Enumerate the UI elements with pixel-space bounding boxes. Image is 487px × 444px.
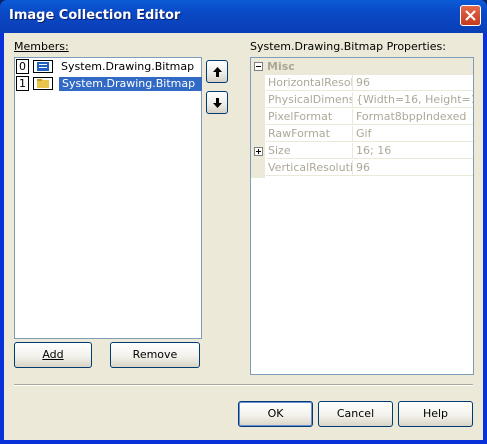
- property-row[interactable]: VerticalResolution 96: [251, 160, 473, 177]
- property-value: 16; 16: [353, 143, 473, 159]
- item-index: 0: [16, 59, 29, 74]
- property-value: Gif: [353, 126, 473, 142]
- window-frame-right: [483, 33, 487, 444]
- move-up-button[interactable]: [206, 60, 228, 83]
- category-label: Misc: [267, 60, 295, 73]
- members-label-text: Members:: [14, 40, 69, 53]
- property-name: RawFormat: [266, 126, 353, 142]
- ok-button[interactable]: OK: [238, 401, 313, 427]
- property-name: PixelFormat: [266, 109, 353, 125]
- close-button[interactable]: [460, 5, 481, 26]
- properties-label: System.Drawing.Bitmap Properties:: [250, 40, 446, 53]
- cancel-button[interactable]: Cancel: [318, 401, 393, 427]
- property-value: 96: [353, 160, 473, 176]
- add-button-label: Add: [42, 348, 64, 361]
- arrow-up-icon: [213, 67, 222, 77]
- dialog-client-area: Members: 0 System.Drawing.Bitmap 1 Syste…: [4, 33, 483, 440]
- item-name: System.Drawing.Bitmap: [61, 60, 195, 73]
- property-name: VerticalResolution: [266, 160, 353, 176]
- help-button[interactable]: Help: [398, 401, 473, 427]
- footer-separator: [14, 384, 473, 386]
- property-row[interactable]: Size 16; 16: [251, 143, 473, 160]
- cancel-button-label: Cancel: [336, 407, 375, 420]
- window-frame-bottom: [0, 440, 487, 444]
- add-button[interactable]: Add: [14, 342, 92, 368]
- property-name: Size: [266, 143, 353, 159]
- members-label: Members:: [14, 40, 69, 53]
- property-value: 96: [353, 75, 473, 91]
- list-item[interactable]: 0 System.Drawing.Bitmap: [16, 59, 202, 75]
- property-row[interactable]: PixelFormat Format8bppIndexed: [251, 109, 473, 126]
- property-row[interactable]: RawFormat Gif: [251, 126, 473, 143]
- property-name: HorizontalResolution: [266, 75, 353, 91]
- property-value: {Width=16, Height=16}: [353, 92, 473, 108]
- window-title: Image Collection Editor: [9, 8, 181, 23]
- yellow-image-icon: [33, 77, 53, 90]
- property-value: Format8bppIndexed: [353, 109, 473, 125]
- property-row[interactable]: PhysicalDimension {Width=16, Height=16}: [251, 92, 473, 109]
- remove-button-label: Remove: [132, 348, 178, 361]
- blue-image-icon: [33, 60, 53, 73]
- arrow-down-icon: [213, 98, 222, 108]
- collapse-icon[interactable]: [254, 62, 263, 71]
- move-down-button[interactable]: [206, 91, 228, 114]
- remove-button[interactable]: Remove: [110, 342, 200, 368]
- members-list[interactable]: 0 System.Drawing.Bitmap 1 System.Drawing…: [14, 57, 202, 339]
- property-name: PhysicalDimension: [266, 92, 353, 108]
- property-grid[interactable]: Misc HorizontalResolution 96 PhysicalDim…: [250, 57, 474, 375]
- dialog-window: Image Collection Editor Members: 0 Syste…: [0, 0, 487, 444]
- title-bar[interactable]: Image Collection Editor: [0, 0, 487, 33]
- item-index: 1: [16, 76, 29, 91]
- category-row[interactable]: Misc: [251, 58, 473, 75]
- item-name: System.Drawing.Bitmap: [59, 77, 202, 91]
- expand-icon[interactable]: [254, 147, 263, 156]
- property-row[interactable]: HorizontalResolution 96: [251, 75, 473, 92]
- list-item[interactable]: 1 System.Drawing.Bitmap: [16, 76, 202, 92]
- ok-button-label: OK: [267, 407, 284, 420]
- close-icon: [465, 10, 476, 21]
- help-button-label: Help: [422, 407, 449, 420]
